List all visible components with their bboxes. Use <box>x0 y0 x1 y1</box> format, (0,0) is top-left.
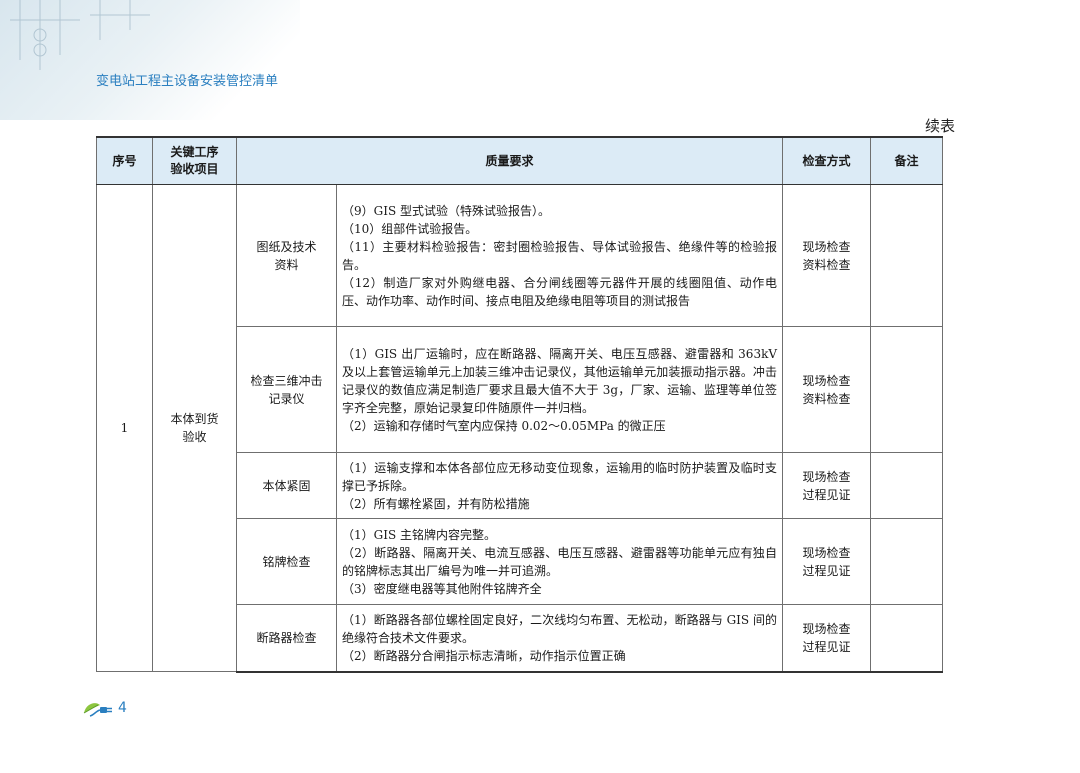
sub-item-line2: 记录仪 <box>268 391 305 406</box>
check-method-line2: 过程见证 <box>802 639 851 654</box>
page-number: 4 <box>118 700 127 716</box>
sub-item: 图纸及技术 资料 <box>236 184 337 327</box>
note-cell <box>870 518 944 605</box>
requirement-line: （10）组部件试验报告。 <box>342 221 478 236</box>
substation-image-icon <box>10 0 150 70</box>
col-header-item: 关键工序 验收项目 <box>152 136 237 185</box>
check-method: 现场检查 过程见证 <box>782 452 872 519</box>
requirement-cell: （1）GIS 主铭牌内容完整。 （2）断路器、隔离开关、电流互感器、电压互感器、… <box>335 518 784 605</box>
sub-item-line1: 图纸及技术 <box>256 239 317 254</box>
check-method-line1: 现场检查 <box>802 545 851 560</box>
check-method: 现场检查 过程见证 <box>782 604 872 673</box>
continued-label: 续表 <box>925 117 956 135</box>
group-name-line1: 本体到货 <box>170 412 219 426</box>
requirement-cell: （9）GIS 型式试验（特殊试验报告）。 （10）组部件试验报告。 （11）主要… <box>335 184 784 327</box>
requirement-line: （2）断路器分合闸指示标志清晰，动作指示位置正确 <box>342 648 626 663</box>
check-method-line1: 现场检查 <box>802 621 851 636</box>
check-method-line2: 过程见证 <box>802 487 851 502</box>
requirement-cell: （1）运输支撑和本体各部位应无移动变位现象，运输用的临时防护装置及临时支撑已予拆… <box>335 452 784 519</box>
header-title: 变电站工程主设备安装管控清单 <box>96 74 279 89</box>
table-header-row: 序号 关键工序 验收项目 质量要求 检查方式 备注 <box>96 136 944 185</box>
note-cell <box>870 604 944 673</box>
check-method: 现场检查 资料检查 <box>782 184 872 327</box>
col-header-method: 检查方式 <box>782 136 872 185</box>
requirement-line: （2）所有螺栓紧固，并有防松措施 <box>342 496 530 511</box>
check-method-line2: 过程见证 <box>802 563 851 578</box>
sub-item-line1: 检查三维冲击 <box>250 373 323 388</box>
check-method-line1: 现场检查 <box>802 239 851 254</box>
check-method-line1: 现场检查 <box>802 469 851 484</box>
plug-leaf-icon <box>82 699 114 723</box>
requirement-line: （1）GIS 出厂运输时，应在断路器、隔离开关、电压互感器、避雷器和 363kV… <box>342 346 778 415</box>
check-method-line2: 资料检查 <box>802 257 851 272</box>
requirement-line: （12）制造厂家对外购继电器、合分闸线圈等元器件开展的线圈阻值、动作电压、动作功… <box>342 275 778 308</box>
sub-item: 铭牌检查 <box>236 518 337 605</box>
check-method-line2: 资料检查 <box>802 391 851 406</box>
sub-item: 断路器检查 <box>236 604 337 673</box>
requirement-cell: （1）GIS 出厂运输时，应在断路器、隔离开关、电压互感器、避雷器和 363kV… <box>335 326 784 453</box>
check-method: 现场检查 资料检查 <box>782 326 872 453</box>
checklist-table: 序号 关键工序 验收项目 质量要求 检查方式 备注 1 本体到货 验收 图纸及技… <box>96 136 944 673</box>
requirement-line: （2）运输和存储时气室内应保持 0.02～0.05MPa 的微正压 <box>342 418 666 433</box>
header-corner-decoration <box>0 0 300 120</box>
group-name-line2: 验收 <box>182 430 207 444</box>
note-cell <box>870 452 944 519</box>
requirement-line: （9）GIS 型式试验（特殊试验报告）。 <box>342 203 550 218</box>
col-header-item-line1: 关键工序 <box>170 145 219 159</box>
requirement-line: （1）运输支撑和本体各部位应无移动变位现象，运输用的临时防护装置及临时支撑已予拆… <box>342 460 778 493</box>
sub-item-line2: 资料 <box>274 257 299 272</box>
check-method-line1: 现场检查 <box>802 373 851 388</box>
col-header-note: 备注 <box>870 136 944 185</box>
check-method: 现场检查 过程见证 <box>782 518 872 605</box>
col-header-item-line2: 验收项目 <box>170 162 219 176</box>
table-row: 1 本体到货 验收 图纸及技术 资料 （9）GIS 型式试验（特殊试验报告）。 … <box>96 184 944 672</box>
requirement-line: （1）GIS 主铭牌内容完整。 <box>342 527 496 542</box>
col-header-requirement: 质量要求 <box>235 136 784 185</box>
requirement-line: （1）断路器各部位螺栓固定良好，二次线均匀布置、无松动，断路器与 GIS 间的绝… <box>342 612 778 645</box>
sub-item: 本体紧固 <box>236 452 337 519</box>
group-name: 本体到货 验收 <box>152 184 237 672</box>
note-cell <box>870 184 944 327</box>
requirement-cell: （1）断路器各部位螺栓固定良好，二次线均匀布置、无松动，断路器与 GIS 间的绝… <box>335 604 784 673</box>
requirement-line: （2）断路器、隔离开关、电流互感器、电压互感器、避雷器等功能单元应有独自的铭牌标… <box>342 545 778 578</box>
col-header-no: 序号 <box>96 136 153 185</box>
note-cell <box>870 326 944 453</box>
requirement-line: （3）密度继电器等其他附件铭牌齐全 <box>342 581 542 596</box>
sub-item: 检查三维冲击 记录仪 <box>236 326 337 453</box>
requirement-line: （11）主要材料检验报告：密封圈检验报告、导体试验报告、绝缘件等的检验报告。 <box>342 239 778 272</box>
row-number: 1 <box>96 184 153 672</box>
